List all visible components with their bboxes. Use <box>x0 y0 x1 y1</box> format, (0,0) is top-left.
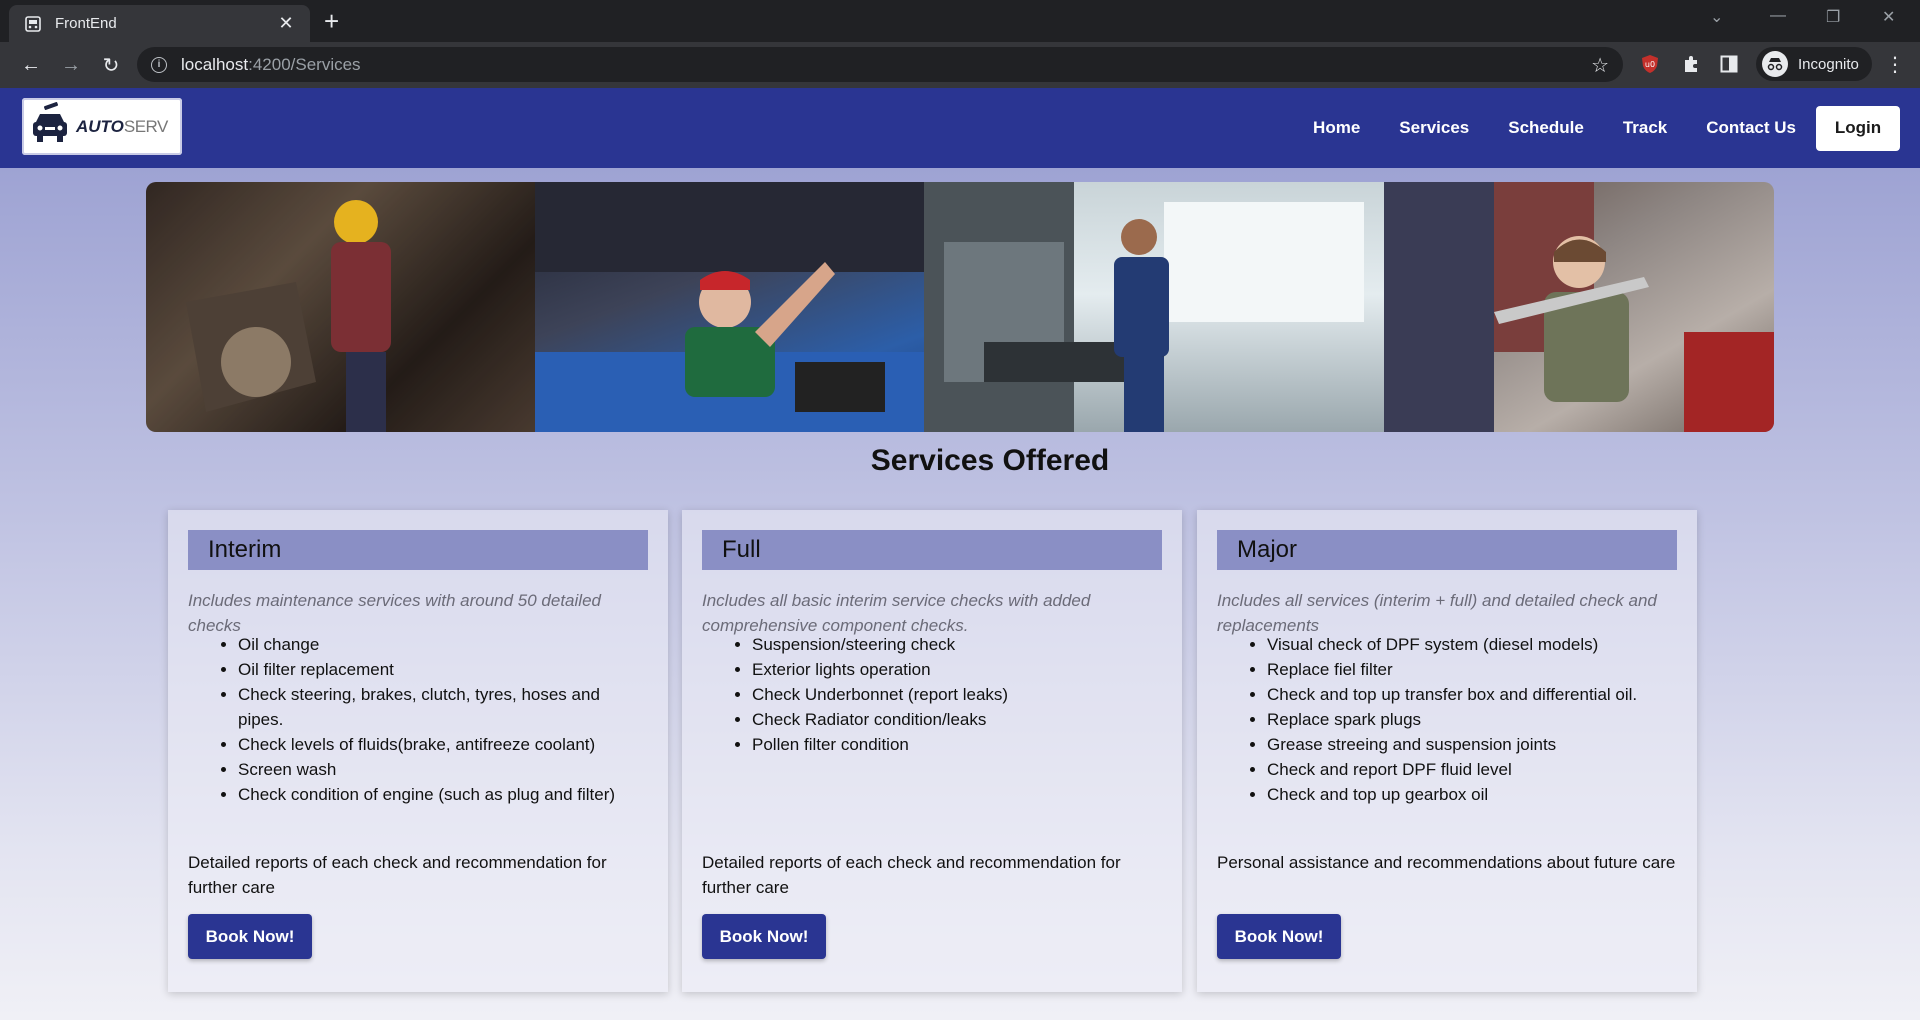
reload-icon[interactable]: ↻ <box>94 48 128 82</box>
service-card-note: Personal assistance and recommendations … <box>1217 853 1676 872</box>
book-now-button[interactable]: Book Now! <box>1217 914 1341 959</box>
list-item: Check Underbonnet (report leaks) <box>752 682 1162 707</box>
ublock-extension-icon[interactable]: u0 <box>1639 53 1661 75</box>
service-checklist: Visual check of DPF system (diesel model… <box>1217 632 1677 807</box>
back-icon[interactable]: ← <box>14 48 48 82</box>
address-bar[interactable]: i localhost :4200/Services ☆ <box>137 47 1623 82</box>
service-card-note: Detailed reports of each check and recom… <box>188 853 607 897</box>
page-title: Services Offered <box>870 444 1110 477</box>
book-now-button[interactable]: Book Now! <box>702 914 826 959</box>
list-item: Check and top up transfer box and differ… <box>1267 682 1677 707</box>
url-host: localhost <box>181 54 249 74</box>
list-item: Screen wash <box>238 757 648 782</box>
list-item: Check and top up gearbox oil <box>1267 782 1677 807</box>
forward-icon[interactable]: → <box>54 48 88 82</box>
mechanic-photo-3 <box>924 182 1384 432</box>
mechanic-photo-1 <box>146 182 535 432</box>
list-item: Grease streeing and suspension joints <box>1267 732 1677 757</box>
list-item: Check steering, brakes, clutch, tyres, h… <box>238 682 648 732</box>
mechanic-photo-4 <box>1384 182 1774 432</box>
list-item: Check and report DPF fluid level <box>1267 757 1677 782</box>
profile-label: Incognito <box>1798 55 1859 73</box>
nav-contact-us[interactable]: Contact Us <box>1706 118 1796 138</box>
main-content: Services Offered Interim Includes mainte… <box>0 168 1920 1020</box>
tab-search-icon[interactable]: ⌄ <box>1710 7 1723 27</box>
url-path: :4200/Services <box>248 54 361 74</box>
service-card-interim: Interim Includes maintenance services wi… <box>168 510 668 992</box>
logo-text-bold: AUTO <box>76 116 124 136</box>
incognito-profile-button[interactable]: Incognito <box>1756 47 1872 81</box>
nav-services[interactable]: Services <box>1399 118 1469 138</box>
list-item: Exterior lights operation <box>752 657 1162 682</box>
side-panel-icon[interactable] <box>1718 53 1740 75</box>
browser-menu-icon[interactable]: ⋮ <box>1885 52 1905 77</box>
service-card-title: Full <box>702 530 1162 570</box>
list-item: Pollen filter condition <box>752 732 1162 757</box>
book-now-button[interactable]: Book Now! <box>188 914 312 959</box>
site-header: AUTO SERV Home Services Schedule Track C… <box>0 88 1920 168</box>
nav-home[interactable]: Home <box>1313 118 1360 138</box>
tab-title: FrontEnd <box>55 15 117 32</box>
service-card-title: Major <box>1217 530 1677 570</box>
list-item: Suspension/steering check <box>752 632 1162 657</box>
mechanic-photo-2 <box>535 182 924 432</box>
list-item: Oil filter replacement <box>238 657 648 682</box>
list-item: Check condition of engine (such as plug … <box>238 782 648 807</box>
list-item: Check Radiator condition/leaks <box>752 707 1162 732</box>
nav-track[interactable]: Track <box>1623 118 1667 138</box>
service-card-full: Full Includes all basic interim service … <box>682 510 1182 992</box>
nav-schedule[interactable]: Schedule <box>1508 118 1584 138</box>
login-button[interactable]: Login <box>1816 105 1900 151</box>
list-item: Replace spark plugs <box>1267 707 1677 732</box>
browser-toolbar: ← → ↻ i localhost :4200/Services ☆ u0 In… <box>0 42 1920 88</box>
service-card-description: Includes all basic interim service check… <box>702 591 1091 635</box>
main-nav: Home Services Schedule Track Contact Us … <box>1274 88 1900 168</box>
list-item: Replace fiel filter <box>1267 657 1677 682</box>
service-card-description: Includes all services (interim + full) a… <box>1217 591 1657 635</box>
car-favicon-icon <box>23 14 43 34</box>
site-info-icon[interactable]: i <box>151 56 167 73</box>
site-logo[interactable]: AUTO SERV <box>22 98 182 155</box>
close-window-icon[interactable]: ✕ <box>1882 7 1895 27</box>
service-card-description: Includes maintenance services with aroun… <box>188 591 601 635</box>
svg-text:u0: u0 <box>1645 60 1655 69</box>
incognito-icon <box>1762 51 1788 77</box>
browser-tab[interactable]: FrontEnd ✕ <box>9 5 310 42</box>
service-card-title: Interim <box>188 530 648 570</box>
extensions-puzzle-icon[interactable] <box>1680 53 1702 75</box>
browser-tab-strip: FrontEnd ✕ + ⌄ — ❐ ✕ <box>0 0 1920 42</box>
service-card-note: Detailed reports of each check and recom… <box>702 853 1121 897</box>
list-item: Oil change <box>238 632 648 657</box>
new-tab-icon[interactable]: + <box>324 7 339 35</box>
restore-icon[interactable]: ❐ <box>1826 7 1840 27</box>
service-checklist: Suspension/steering check Exterior light… <box>702 632 1162 757</box>
bookmark-star-icon[interactable]: ☆ <box>1591 53 1609 78</box>
close-tab-icon[interactable]: ✕ <box>276 13 296 34</box>
service-checklist: Oil change Oil filter replacement Check … <box>188 632 648 807</box>
hero-banner <box>146 182 1774 432</box>
logo-text-light: SERV <box>123 116 169 136</box>
service-card-major: Major Includes all services (interim + f… <box>1197 510 1697 992</box>
minimize-icon[interactable]: — <box>1770 7 1786 25</box>
list-item: Check levels of fluids(brake, antifreeze… <box>238 732 648 757</box>
car-mechanic-logo-icon <box>30 102 70 151</box>
list-item: Visual check of DPF system (diesel model… <box>1267 632 1677 657</box>
